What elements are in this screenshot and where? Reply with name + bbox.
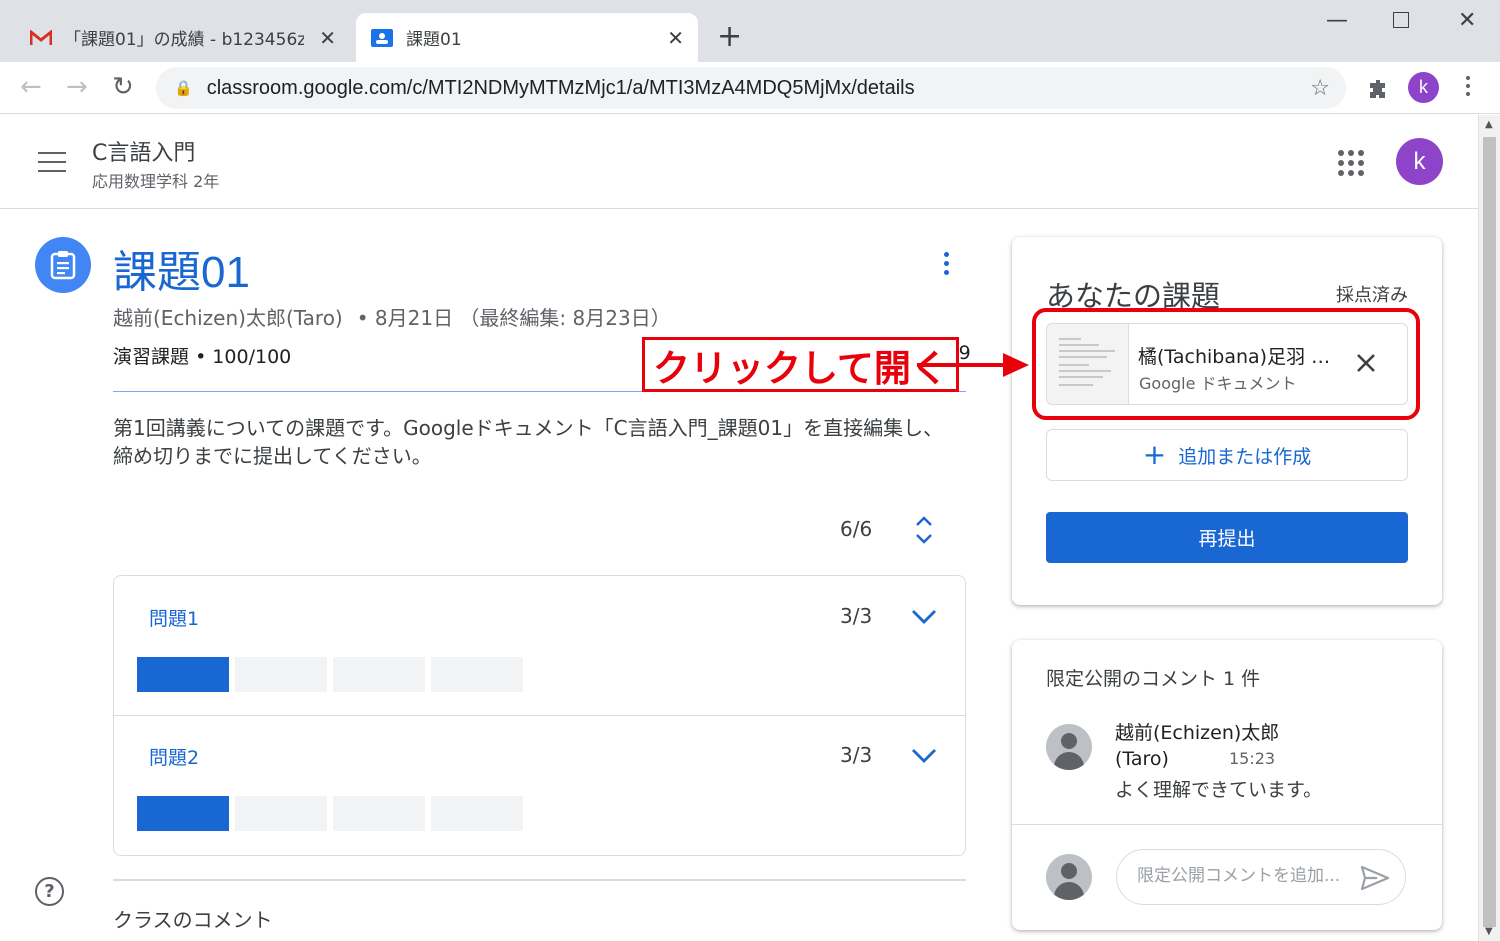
window-close-icon[interactable]: ✕	[1458, 8, 1476, 33]
assignment-icon	[35, 237, 91, 293]
google-apps-icon[interactable]	[1338, 150, 1364, 176]
tab-label: 「課題01」の成績 - b123456z@g.	[64, 30, 304, 50]
rubric-criterion-score: 3/3	[840, 604, 873, 628]
gmail-icon	[30, 29, 52, 45]
browser-tab-strip: 「課題01」の成績 - b123456z@g. ✕ 課題01 ✕ + — ✕	[0, 0, 1500, 62]
rubric-criterion-label: 問題2	[149, 747, 200, 769]
tab-label: 課題01	[406, 30, 462, 50]
help-icon[interactable]: ?	[35, 877, 64, 906]
scrollbar-thumb[interactable]	[1483, 137, 1496, 927]
rubric-criterion-score: 3/3	[840, 743, 873, 767]
scroll-down-icon[interactable]: ▼	[1485, 926, 1493, 937]
annotation-arrow-icon	[917, 353, 1029, 377]
scroll-up-icon[interactable]: ▲	[1485, 119, 1493, 130]
rubric-level	[431, 657, 523, 692]
page-scrollbar[interactable]: ▲ ▼	[1478, 115, 1500, 941]
rubric-level	[235, 796, 327, 831]
user-avatar	[1046, 854, 1092, 900]
rubric-row-q2[interactable]: 問題2 3/3	[114, 715, 965, 854]
annotation-callout: クリックして開く	[642, 337, 959, 392]
url-text: classroom.google.com/c/MTI2NDMyMTMzMjc1/…	[206, 76, 915, 99]
section-divider	[113, 879, 966, 881]
private-comments-title: 限定公開のコメント 1 件	[1046, 668, 1261, 690]
rubric-level-selected	[137, 796, 229, 831]
your-work-card: あなたの課題 採点済み 橘(Tachibana)足羽 … Google ドキュメ…	[1012, 237, 1442, 605]
assignment-meta: 越前(Echizen)太郎(Taro) • 8月21日 （最終編集: 8月23日）	[113, 302, 677, 331]
profile-avatar[interactable]: k	[1408, 72, 1439, 103]
maximize-icon[interactable]	[1393, 12, 1409, 28]
rubric-row-q1[interactable]: 問題1 3/3	[114, 576, 965, 715]
assignment-author: 越前(Echizen)太郎(Taro)	[113, 306, 343, 330]
classroom-header: C言語入門 応用数理学科 2年 k	[0, 115, 1478, 209]
points-value: • 100/100	[195, 346, 292, 368]
class-title[interactable]: C言語入門	[92, 135, 195, 167]
rubric-card: 問題1 3/3 問題2 3/3	[113, 575, 966, 856]
commenter-avatar	[1046, 724, 1092, 770]
classroom-icon	[371, 28, 393, 47]
lock-icon: 🔒	[174, 79, 193, 97]
expand-collapse-icon[interactable]	[912, 514, 936, 546]
rubric-level-selected	[137, 657, 229, 692]
reload-icon[interactable]: ↻	[112, 72, 134, 102]
rubric-level	[333, 657, 425, 692]
assignment-points: 演習課題 • 100/100	[113, 342, 291, 369]
rubric-levels	[137, 796, 523, 831]
chevron-down-icon[interactable]	[911, 608, 937, 626]
account-avatar[interactable]: k	[1396, 138, 1443, 185]
add-or-create-label: 追加または作成	[1178, 445, 1312, 468]
back-icon[interactable]: ←	[20, 72, 42, 102]
assignment-title: 課題01	[113, 248, 250, 297]
extensions-icon[interactable]	[1366, 77, 1390, 101]
add-or-create-button[interactable]: + 追加または作成	[1046, 429, 1408, 481]
close-tab-icon[interactable]: ✕	[319, 26, 336, 50]
rubric-total: 6/6	[840, 517, 873, 541]
minimize-icon[interactable]: —	[1326, 8, 1348, 33]
new-tab-icon[interactable]: +	[717, 20, 742, 54]
more-options-icon[interactable]	[944, 252, 950, 279]
browser-toolbar: ← → ↻ 🔒 classroom.google.com/c/MTI2NDMyM…	[0, 62, 1500, 114]
attachment-highlight-box	[1032, 308, 1420, 420]
assignment-dates: • 8月21日 （最終編集: 8月23日）	[356, 306, 671, 330]
tab-classroom[interactable]: 課題01 ✕	[356, 13, 698, 62]
forward-icon[interactable]: →	[66, 72, 88, 102]
browser-menu-icon[interactable]	[1466, 76, 1471, 96]
assignment-description: 第1回講義についての課題です。Googleドキュメント「C言語入門_課題01」を…	[113, 416, 944, 468]
resubmit-button[interactable]: 再提出	[1046, 512, 1408, 563]
comments-divider	[1012, 824, 1442, 825]
private-comment-input[interactable]	[1137, 866, 1357, 886]
tab-gmail[interactable]: 「課題01」の成績 - b123456z@g. ✕	[20, 13, 350, 62]
close-tab-icon[interactable]: ✕	[667, 26, 684, 50]
assignment-category: 演習課題	[113, 346, 190, 368]
class-comments-heading[interactable]: クラスのコメント	[113, 904, 273, 933]
plus-icon: +	[1142, 438, 1167, 471]
hamburger-menu-icon[interactable]	[38, 152, 66, 172]
chevron-down-icon[interactable]	[911, 747, 937, 765]
rubric-level	[333, 796, 425, 831]
address-bar[interactable]: 🔒 classroom.google.com/c/MTI2NDMyMTMzMjc…	[156, 67, 1346, 109]
comment-time: 15:23	[1229, 749, 1276, 768]
comment-text: よく理解できています。	[1115, 779, 1323, 801]
grading-status: 採点済み	[1336, 285, 1408, 306]
private-comments-card: 限定公開のコメント 1 件 越前(Echizen)太郎 (Taro) 15:23…	[1012, 640, 1442, 930]
private-comment-field[interactable]	[1116, 849, 1406, 905]
bookmark-star-icon[interactable]: ☆	[1310, 76, 1330, 101]
rubric-level	[431, 796, 523, 831]
class-section: 応用数理学科 2年	[92, 172, 220, 191]
comment-author: 越前(Echizen)太郎 (Taro)	[1115, 722, 1280, 770]
rubric-criterion-label: 問題1	[149, 608, 200, 630]
rubric-levels	[137, 657, 523, 692]
send-icon[interactable]	[1360, 865, 1390, 891]
rubric-level	[235, 657, 327, 692]
